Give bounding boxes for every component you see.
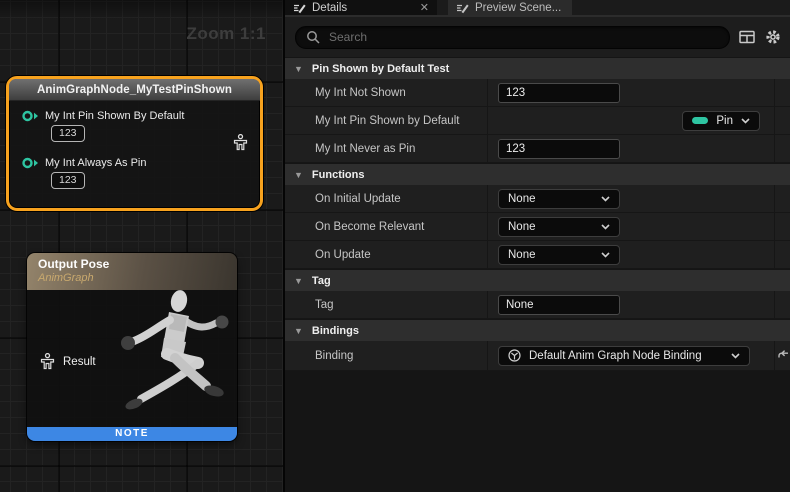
my-int-never-as-pin-field[interactable]	[498, 139, 620, 159]
search-icon	[306, 30, 320, 44]
node-animgraphnode-mytestpinshown[interactable]: AnimGraphNode_MyTestPinShown My Int Pin …	[6, 76, 263, 211]
details-toolbar	[285, 17, 790, 57]
property-label: On Initial Update	[315, 193, 401, 205]
pin-value-field[interactable]: 123	[51, 125, 85, 142]
chevron-down-icon	[601, 224, 610, 230]
tag-field[interactable]	[498, 295, 620, 315]
result-pin-label: Result	[63, 356, 96, 368]
chevron-down-icon: ▼	[294, 276, 303, 286]
mannequin-image	[103, 286, 235, 426]
node-subtitle: AnimGraph	[38, 272, 226, 284]
binding-dropdown[interactable]: Default Anim Graph Node Binding	[498, 346, 750, 366]
int-pin-icon[interactable]	[22, 110, 39, 122]
section-functions[interactable]: ▼ Functions	[285, 164, 790, 185]
section-pin-shown-by-default-test[interactable]: ▼ Pin Shown by Default Test	[285, 58, 790, 79]
pose-pin-person-icon[interactable]	[40, 353, 55, 370]
tab-preview-scene[interactable]: Preview Scene...	[448, 0, 572, 15]
node-title: Output Pose	[38, 257, 226, 271]
dropdown-value: None	[508, 249, 536, 261]
property-row-on-update: On Update None	[285, 241, 790, 269]
pin-value-field[interactable]: 123	[51, 172, 85, 189]
property-row-tag: Tag	[285, 291, 790, 319]
property-row-on-become-relevant: On Become Relevant None	[285, 213, 790, 241]
property-row-binding: Binding Default Anim Graph Node Binding	[285, 341, 790, 371]
section-title: Bindings	[312, 325, 359, 337]
section-tag[interactable]: ▼ Tag	[285, 270, 790, 291]
tab-label: Details	[312, 2, 347, 14]
property-label: My Int Pin Shown by Default	[315, 115, 459, 127]
binding-icon	[508, 349, 521, 362]
gear-icon[interactable]	[764, 29, 782, 45]
note-badge[interactable]: NOTE	[27, 427, 237, 441]
on-initial-update-dropdown[interactable]: None	[498, 189, 620, 209]
property-row-my-int-never-as-pin: My Int Never as Pin	[285, 135, 790, 163]
tab-bar: Details ✕ Preview Scene...	[285, 0, 790, 17]
dropdown-value: Pin	[716, 115, 733, 127]
node-output-pose[interactable]: Output Pose AnimGraph Result NOTE	[27, 253, 237, 441]
result-pin[interactable]: Result	[40, 353, 96, 370]
details-panel: Details ✕ Preview Scene...	[285, 0, 790, 492]
section-bindings[interactable]: ▼ Bindings	[285, 320, 790, 341]
chevron-down-icon: ▼	[294, 64, 303, 74]
node-title[interactable]: AnimGraphNode_MyTestPinShown	[9, 79, 260, 101]
property-row-my-int-not-shown: My Int Not Shown	[285, 79, 790, 107]
property-row-my-int-pin-shown-by-default: My Int Pin Shown by Default Pin	[285, 107, 790, 135]
dropdown-value: None	[508, 193, 536, 205]
dropdown-value: None	[508, 221, 536, 233]
on-update-dropdown[interactable]: None	[498, 245, 620, 265]
pin-label: My Int Pin Shown By Default	[45, 110, 184, 122]
details-panel-icon	[456, 2, 469, 14]
property-label: My Int Never as Pin	[315, 143, 415, 155]
chevron-down-icon	[741, 118, 750, 124]
details-panel-icon	[293, 2, 306, 14]
output-pose-header[interactable]: Output Pose AnimGraph	[27, 253, 237, 290]
search-input[interactable]	[327, 29, 719, 45]
pin-mode-dropdown[interactable]: Pin	[682, 111, 760, 131]
property-list: ▼ Pin Shown by Default Test My Int Not S…	[285, 57, 790, 492]
pin-label: My Int Always As Pin	[45, 157, 146, 169]
anim-graph-canvas[interactable]: Zoom 1:1 AnimGraphNode_MyTestPinShown My…	[0, 0, 283, 492]
property-row-on-initial-update: On Initial Update None	[285, 185, 790, 213]
on-become-relevant-dropdown[interactable]: None	[498, 217, 620, 237]
pin-row-shown-by-default: My Int Pin Shown By Default 123	[9, 101, 260, 142]
close-icon[interactable]: ✕	[420, 3, 429, 13]
chevron-down-icon: ▼	[294, 326, 303, 336]
chevron-down-icon: ▼	[294, 170, 303, 180]
dropdown-value: Default Anim Graph Node Binding	[529, 350, 723, 362]
property-label: Binding	[315, 350, 353, 362]
tab-label: Preview Scene...	[475, 2, 561, 14]
section-title: Pin Shown by Default Test	[312, 63, 449, 75]
chevron-down-icon	[601, 196, 610, 202]
search-box[interactable]	[295, 26, 730, 49]
chevron-down-icon	[601, 252, 610, 258]
property-label: My Int Not Shown	[315, 87, 406, 99]
property-label: On Become Relevant	[315, 221, 424, 233]
chevron-down-icon	[731, 353, 740, 359]
reset-to-default-icon[interactable]	[776, 350, 789, 361]
property-label: Tag	[315, 299, 334, 311]
zoom-level-indicator: Zoom 1:1	[186, 24, 266, 44]
property-label: On Update	[315, 249, 371, 261]
section-title: Functions	[312, 169, 365, 181]
tab-details[interactable]: Details ✕	[285, 0, 437, 15]
pin-pill-icon	[692, 117, 708, 124]
my-int-not-shown-field[interactable]	[498, 83, 620, 103]
section-title: Tag	[312, 275, 331, 287]
display-options-icon[interactable]	[738, 30, 756, 44]
pin-row-always-as-pin: My Int Always As Pin 123	[9, 142, 260, 189]
int-pin-icon[interactable]	[22, 157, 39, 169]
